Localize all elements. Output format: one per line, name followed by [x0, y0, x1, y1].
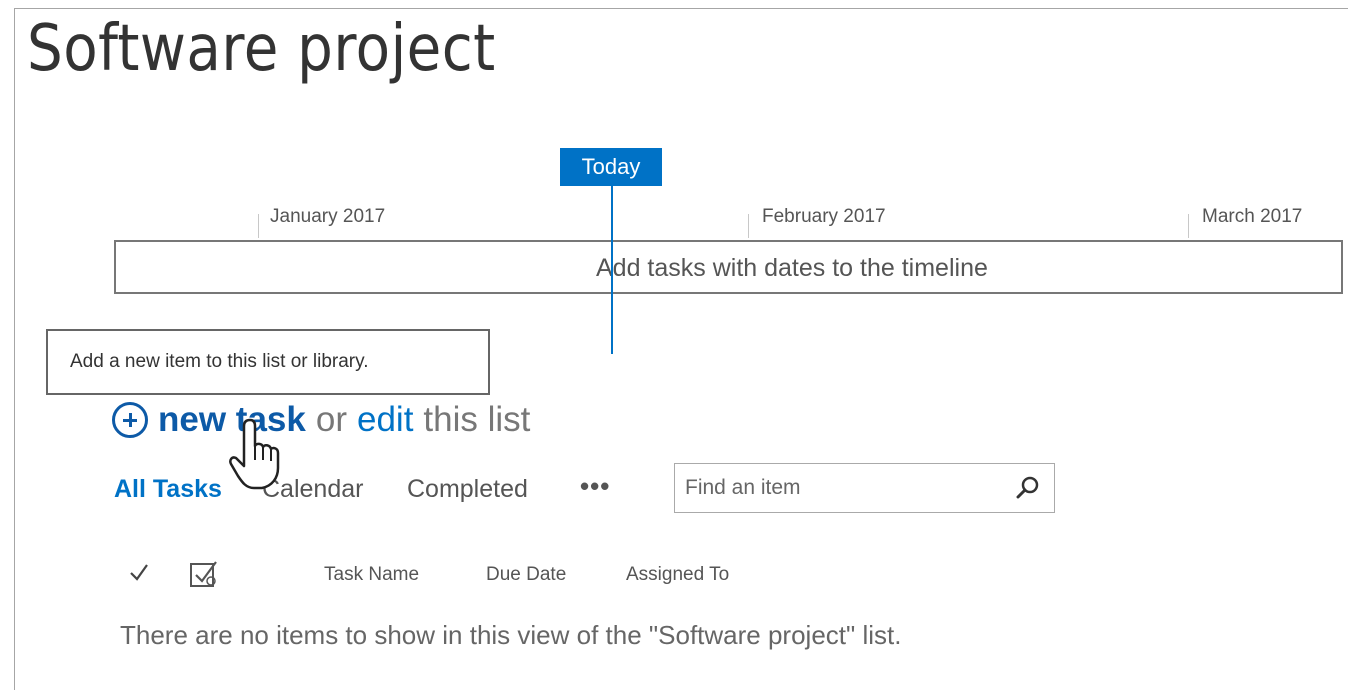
hand-pointer-cursor-icon	[229, 418, 280, 490]
column-header-task-name[interactable]: Task Name	[324, 564, 419, 586]
edit-list-link[interactable]: edit	[357, 400, 413, 440]
timeline-empty-message: Add tasks with dates to the timeline	[596, 254, 988, 282]
search-box	[674, 463, 1055, 513]
today-marker: Today	[560, 148, 662, 186]
list-actions: new task or edit this list	[112, 398, 530, 442]
add-circle-icon[interactable]	[112, 402, 148, 438]
month-tick	[258, 214, 259, 238]
today-line	[611, 186, 613, 354]
tab-all-tasks[interactable]: All Tasks	[114, 475, 222, 504]
tab-completed[interactable]: Completed	[407, 475, 528, 504]
checkmark-icon[interactable]	[128, 560, 150, 584]
month-label-february: February 2017	[762, 206, 886, 227]
month-tick	[748, 214, 749, 238]
frame-left-border	[14, 8, 15, 690]
month-label-march: March 2017	[1202, 206, 1303, 227]
search-input[interactable]	[685, 474, 995, 502]
frame-top-border	[14, 8, 1348, 9]
search-icon[interactable]	[1015, 475, 1041, 501]
column-header-due-date[interactable]: Due Date	[486, 564, 566, 586]
page-title: Software project	[27, 12, 496, 86]
more-views-button[interactable]: •••	[580, 471, 610, 502]
column-header-assigned-to[interactable]: Assigned To	[626, 564, 729, 586]
empty-list-message: There are no items to show in this view …	[120, 620, 902, 650]
or-text: or	[315, 400, 347, 439]
month-tick	[1188, 214, 1189, 238]
this-list-text: this list	[423, 400, 531, 439]
month-label-january: January 2017	[270, 206, 386, 227]
select-all-checkbox-icon[interactable]	[188, 558, 222, 590]
new-item-tooltip: Add a new item to this list or library.	[46, 329, 490, 395]
